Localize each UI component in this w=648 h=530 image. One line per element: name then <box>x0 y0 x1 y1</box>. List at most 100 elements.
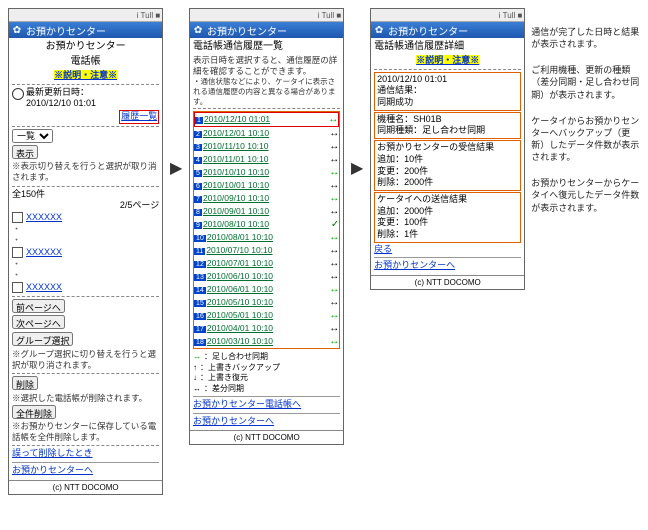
history-item[interactable]: 42010/11/01 10:10↔ <box>194 153 339 166</box>
detail-model: 機種名：SH01B <box>377 114 518 126</box>
switch-note: ※表示切り替えを行うと選択が取り消されます。 <box>12 161 159 183</box>
send-add: 追加：2000件 <box>377 206 518 218</box>
screen-history-detail: i Tull ■ ✿ お預かりセンター 電話帳通信履歴詳細 ※説明・注意※ 20… <box>370 8 525 290</box>
history-item[interactable]: 12010/12/10 01:01↔ <box>194 112 339 127</box>
screen-phonebook: i Tull ■ ✿ お預かりセンター お預かりセンター 電話帳 ※説明・注意※… <box>8 8 163 495</box>
group-select-button[interactable]: グループ選択 <box>12 332 73 346</box>
history-item[interactable]: 82010/09/01 10:10↔ <box>194 205 339 218</box>
titlebar-text: お預かりセンター <box>26 23 106 38</box>
gear-icon: ✿ <box>192 24 204 36</box>
history-item[interactable]: 22010/12/01 10:10↔ <box>194 127 339 140</box>
arrow-icon: ▶ <box>170 158 182 178</box>
receive-title: お預かりセンターの受信結果 <box>377 142 518 154</box>
history-item[interactable]: 172010/04/01 10:10↔ <box>194 322 339 335</box>
detail-result-label: 通信結果： <box>377 85 518 97</box>
view-select[interactable]: 一覧 <box>12 129 53 143</box>
mistake-link[interactable]: 誤って削除したとき <box>12 448 93 458</box>
list-item[interactable]: XXXXXX <box>12 282 159 294</box>
annotation-3: ケータイからお預かりセンターへバックアップ（更新）したデータ件数が表示されます。 <box>531 115 640 164</box>
stage: i Tull ■ ✿ お預かりセンター お預かりセンター 電話帳 ※説明・注意※… <box>8 8 640 495</box>
titlebar-text: お預かりセンター <box>207 23 287 38</box>
back-link[interactable]: 戻る <box>374 244 392 254</box>
to-center-link[interactable]: お預かりセンターへ <box>374 260 455 270</box>
receive-delete: 削除：2000件 <box>377 177 518 189</box>
annotation-2: ご利用機種、更新の種類（差分同期・足し合わせ同期）が表示されます。 <box>531 64 640 100</box>
to-center-link[interactable]: お預かりセンターへ <box>193 416 274 426</box>
gear-icon: ✿ <box>11 24 23 36</box>
delete-all-note: ※お預かりセンターに保存している電話帳を全件削除します。 <box>12 421 159 443</box>
annotation-1: 通信が完了した日時と結果が表示されます。 <box>531 26 640 50</box>
titlebar-text: お預かりセンター <box>388 23 468 38</box>
clock-icon <box>12 88 24 100</box>
show-button[interactable]: 表示 <box>12 145 38 159</box>
heading-line1: お預かりセンター <box>12 40 159 53</box>
delete-button[interactable]: 削除 <box>12 376 38 390</box>
total-count: 全150件 <box>12 189 159 201</box>
detail-heading: 電話帳通信履歴詳細 <box>374 40 521 53</box>
to-phonebook-link[interactable]: お預かりセンター電話帳へ <box>193 399 301 409</box>
statusbar: i Tull ■ <box>9 9 162 22</box>
prev-page-button[interactable]: 前ページへ <box>12 299 65 313</box>
legend: ↔：足し合わせ同期↑：上書きバックアップ↓：上書き復元↔：差分同期 <box>193 352 340 394</box>
arrow-2: ▶ <box>350 8 364 178</box>
send-change: 変更：100件 <box>377 217 518 229</box>
footer: (c) NTT DOCOMO <box>9 480 162 494</box>
history-heading: 電話帳通信履歴一覧 <box>193 40 340 53</box>
send-delete: 削除：1件 <box>377 229 518 241</box>
detail-block-send: ケータイへの送信結果 追加：2000件 変更：100件 削除：1件 <box>374 192 521 243</box>
list-item[interactable]: XXXXXX <box>12 247 159 259</box>
warn-link[interactable]: ※説明・注意※ <box>54 70 117 80</box>
history-item[interactable]: 62010/10/01 10:10↔ <box>194 179 339 192</box>
delete-all-button[interactable]: 全件削除 <box>12 405 56 419</box>
detail-sync-type: 同期種類：足し合わせ同期 <box>377 125 518 137</box>
statusbar: i Tull ■ <box>190 9 343 22</box>
arrow-1: ▶ <box>169 8 183 178</box>
history-item[interactable]: 92010/08/10 10:10✓ <box>194 218 339 231</box>
detail-result-value: 同期成功 <box>377 97 518 109</box>
footer: (c) NTT DOCOMO <box>190 430 343 444</box>
history-instr2: ・通信状態などにより、ケータイに表示される通信履歴の内容と異なる場合があります。 <box>193 77 340 106</box>
detail-block-result: 2010/12/10 01:01 通信結果： 同期成功 <box>374 72 521 111</box>
receive-change: 変更：200件 <box>377 166 518 178</box>
detail-block-model: 機種名：SH01B 同期種類：足し合わせ同期 <box>374 112 521 139</box>
send-title: ケータイへの送信結果 <box>377 194 518 206</box>
history-item[interactable]: 32010/11/10 10:10↔ <box>194 140 339 153</box>
titlebar: ✿ お預かりセンター <box>9 22 162 38</box>
list-item[interactable]: XXXXXX <box>12 212 159 224</box>
history-item[interactable]: 72010/09/10 10:10↔ <box>194 192 339 205</box>
history-item[interactable]: 102010/08/01 10:10↔ <box>194 231 339 244</box>
entry-list: XXXXXX ・・ XXXXXX ・・ XXXXXX <box>12 212 159 294</box>
history-item[interactable]: 112010/07/10 10:10↔ <box>194 244 339 257</box>
back-center-link[interactable]: お預かりセンターへ <box>12 465 93 475</box>
legend-item: ↔：足し合わせ同期 <box>193 352 340 362</box>
history-item[interactable]: 52010/10/10 10:10↔ <box>194 166 339 179</box>
receive-add: 追加：10件 <box>377 154 518 166</box>
next-page-button[interactable]: 次ページへ <box>12 315 65 329</box>
history-item[interactable]: 142010/06/01 10:10↔ <box>194 283 339 296</box>
arrow-icon: ▶ <box>351 158 363 178</box>
history-item[interactable]: 182010/03/10 10:10↔ <box>194 335 339 348</box>
detail-block-receive: お預かりセンターの受信結果 追加：10件 変更：200件 削除：2000件 <box>374 140 521 191</box>
history-item[interactable]: 132010/06/10 10:10↔ <box>194 270 339 283</box>
statusbar: i Tull ■ <box>371 9 524 22</box>
titlebar: ✿ お預かりセンター <box>371 22 524 38</box>
history-item[interactable]: 162010/05/01 10:10↔ <box>194 309 339 322</box>
footer: (c) NTT DOCOMO <box>371 275 524 289</box>
history-item[interactable]: 122010/07/01 10:10↔ <box>194 257 339 270</box>
legend-item: ↓：上書き復元 <box>193 373 340 383</box>
warn-link[interactable]: ※説明・注意※ <box>416 55 479 65</box>
detail-datetime: 2010/12/10 01:01 <box>377 74 518 86</box>
updated-label: 最新更新日時： <box>26 87 89 97</box>
screen-history-list: i Tull ■ ✿ お預かりセンター 電話帳通信履歴一覧 表示日時を選択すると… <box>189 8 344 445</box>
annotation-4: お預かりセンターからケータイへ復元したデータ件数が表示されます。 <box>531 177 640 213</box>
history-item[interactable]: 152010/05/10 10:10↔ <box>194 296 339 309</box>
history-link[interactable]: 履歴一覧 <box>121 111 157 121</box>
updated-value: 2010/12/10 01:01 <box>26 98 96 108</box>
annotation-column: 通信が完了した日時と結果が表示されます。 ご利用機種、更新の種類（差分同期・足し… <box>531 8 640 214</box>
legend-item: ↔：差分同期 <box>193 384 340 394</box>
history-list: 12010/12/10 01:01↔22010/12/01 10:10↔3201… <box>193 111 340 349</box>
group-note: ※グループ選択に切り替えを行うと選択が取り消されます。 <box>12 349 159 371</box>
legend-item: ↑：上書きバックアップ <box>193 363 340 373</box>
titlebar: ✿ お預かりセンター <box>190 22 343 38</box>
gear-icon: ✿ <box>373 24 385 36</box>
